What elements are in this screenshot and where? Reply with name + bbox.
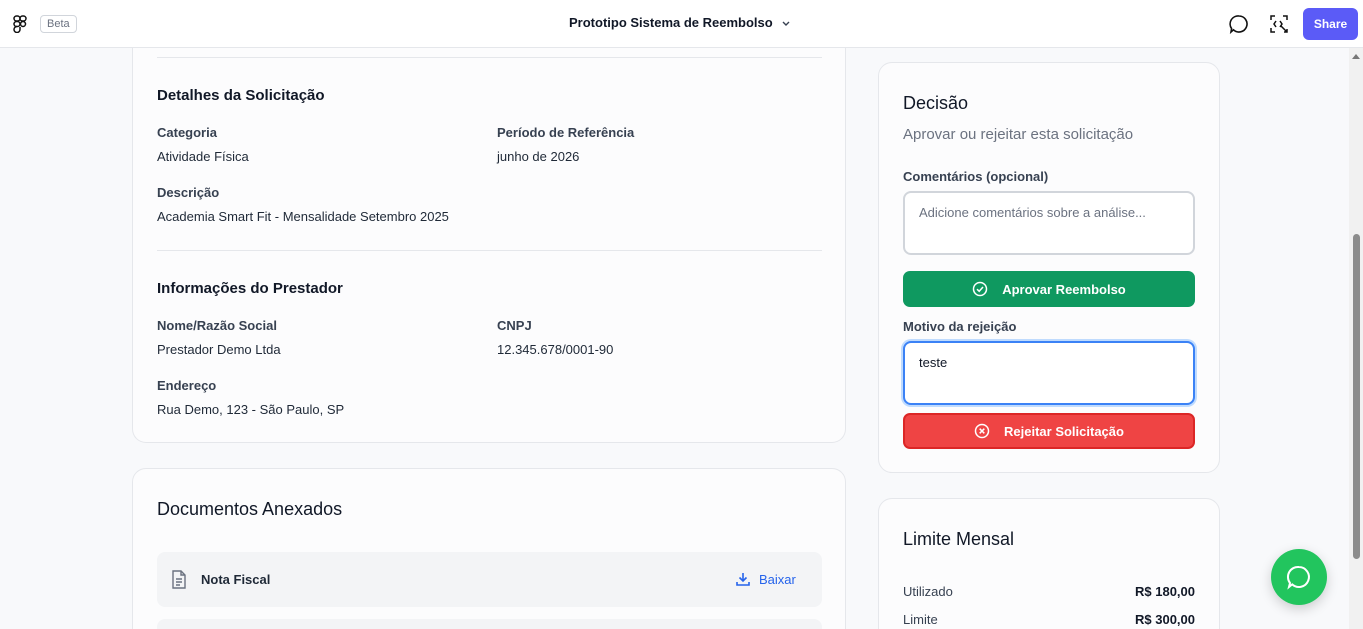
chevron-down-icon	[782, 21, 790, 26]
check-circle-icon	[972, 281, 988, 297]
monthly-limit-card: Limite Mensal Utilizado R$ 180,00 Limite…	[878, 498, 1220, 629]
download-label: Baixar	[759, 571, 796, 587]
comments-label: Comentários (opcional)	[903, 169, 1049, 184]
limit-label: Limite	[903, 612, 938, 627]
reject-button[interactable]: Rejeitar Solicitação	[903, 413, 1195, 449]
documents-title: Documentos Anexados	[157, 499, 343, 519]
download-icon	[736, 573, 750, 586]
document-row	[157, 619, 822, 629]
dev-mode-icon[interactable]	[1269, 14, 1289, 34]
reject-label: Rejeitar Solicitação	[1004, 423, 1124, 439]
project-title: Prototipo Sistema de Reembolso	[569, 15, 773, 30]
used-value: R$ 180,00	[1135, 584, 1195, 599]
limit-value: R$ 300,00	[1135, 612, 1195, 627]
period-value: junho de 2026	[497, 149, 580, 164]
download-button[interactable]: Baixar	[735, 571, 796, 587]
provider-section-title: Informações do Prestador	[157, 280, 343, 297]
scroll-up-arrow-icon[interactable]	[1352, 54, 1360, 59]
category-label: Categoria	[157, 125, 217, 140]
document-row: Nota Fiscal Baixar	[157, 552, 822, 607]
address-value: Rua Demo, 123 - São Paulo, SP	[157, 402, 345, 417]
address-label: Endereço	[157, 378, 217, 393]
rejection-reason-label: Motivo da rejeição	[903, 319, 1017, 334]
top-bar: Beta Prototipo Sistema de Reembolso Shar…	[0, 0, 1363, 48]
share-button[interactable]: Share	[1303, 8, 1358, 40]
provider-name-label: Nome/Razão Social	[157, 318, 277, 333]
decision-subtitle: Aprovar ou rejeitar esta solicitação	[903, 126, 1134, 143]
period-label: Período de Referência	[497, 125, 635, 140]
description-value: Academia Smart Fit - Mensalidade Setembr…	[157, 209, 449, 224]
attached-documents-card: Documentos Anexados Nota Fiscal Baixar	[132, 468, 846, 629]
limit-total-row: Limite R$ 300,00	[903, 612, 1195, 627]
used-label: Utilizado	[903, 584, 953, 599]
rejection-reason-input[interactable]	[903, 341, 1195, 405]
provider-name-value: Prestador Demo Ltda	[157, 342, 281, 357]
scrollbar[interactable]	[1349, 48, 1363, 629]
comments-input[interactable]	[903, 191, 1195, 255]
whatsapp-button[interactable]	[1271, 549, 1327, 605]
approve-button[interactable]: Aprovar Reembolso	[903, 271, 1195, 307]
whatsapp-icon	[1287, 565, 1310, 590]
category-value: Atividade Física	[157, 149, 249, 164]
figma-logo-icon[interactable]	[12, 15, 28, 33]
limit-title: Limite Mensal	[903, 529, 1015, 549]
document-name: Nota Fiscal	[201, 572, 271, 587]
file-icon	[172, 570, 186, 589]
cnpj-value: 12.345.678/0001-90	[497, 342, 614, 357]
scrollbar-thumb[interactable]	[1353, 234, 1360, 559]
decision-title: Decisão	[903, 93, 969, 113]
x-circle-icon	[974, 423, 990, 439]
decision-card: Decisão Aprovar ou rejeitar esta solicit…	[878, 62, 1220, 473]
limit-used-row: Utilizado R$ 180,00	[903, 584, 1195, 599]
beta-badge: Beta	[40, 15, 77, 33]
divider	[157, 250, 822, 251]
comment-icon[interactable]	[1229, 14, 1249, 34]
divider	[157, 57, 822, 58]
project-title-dropdown[interactable]: Prototipo Sistema de Reembolso	[569, 15, 791, 30]
description-label: Descrição	[157, 185, 220, 200]
cnpj-label: CNPJ	[497, 318, 532, 333]
approve-label: Aprovar Reembolso	[1002, 281, 1126, 297]
details-section-title: Detalhes da Solicitação	[157, 87, 325, 104]
request-details-card: Detalhes da Solicitação Categoria Ativid…	[132, 20, 846, 443]
